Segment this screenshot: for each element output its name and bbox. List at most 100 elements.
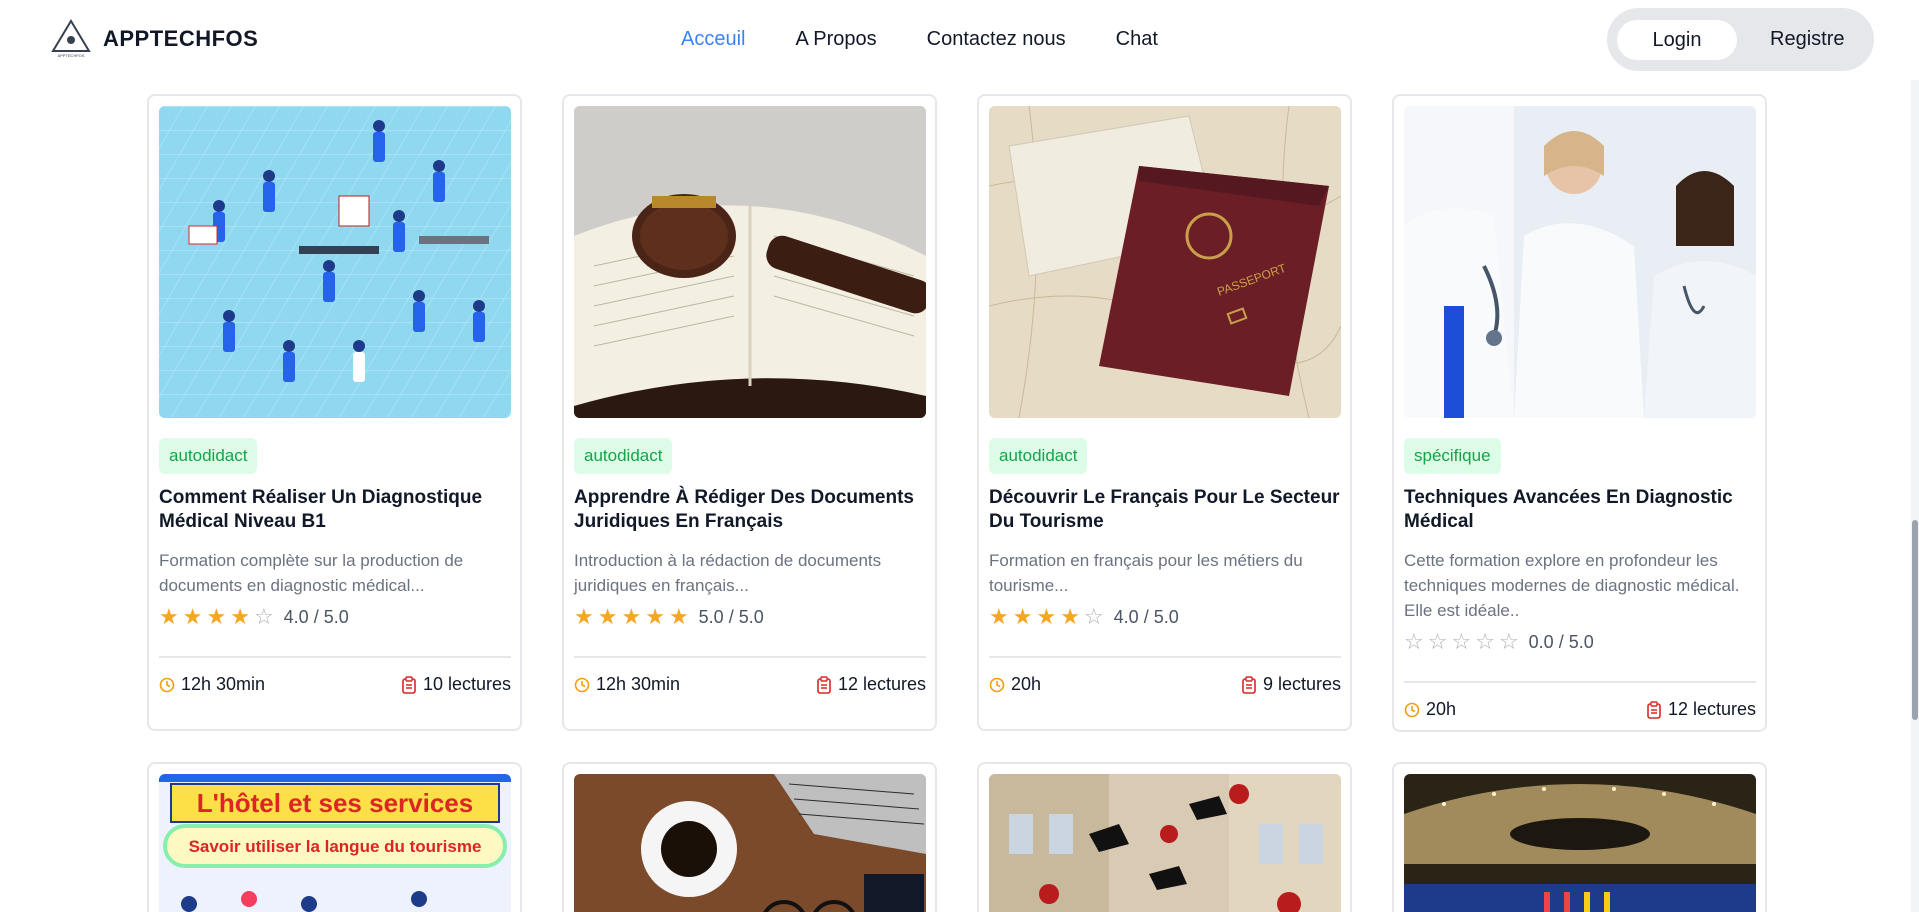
scrollbar-thumb[interactable] <box>1912 520 1918 720</box>
clipboard-icon <box>1242 675 1256 694</box>
scrollbar[interactable] <box>1911 0 1919 912</box>
lectures-text: 12 lectures <box>837 674 926 694</box>
duration-text: 20h <box>1426 699 1457 719</box>
clock-icon <box>159 677 175 692</box>
rating-value: 4.0 / 5.0 <box>1113 606 1179 627</box>
star-empty-icon: ☆ <box>1451 629 1472 654</box>
course-card[interactable]: spécifique Techniques Avancées En Diagno… <box>1392 94 1767 732</box>
clock-icon <box>574 677 590 692</box>
divider <box>989 656 1341 658</box>
top-navbar: APPTECHFOS APPTECHFOS Acceuil A Propos C… <box>0 0 1919 80</box>
nav-a-propos[interactable]: A Propos <box>795 28 876 51</box>
brand-name[interactable]: APPTECHFOS <box>103 26 258 52</box>
lectures-text: 10 lectures <box>422 674 511 694</box>
star-icon: ★ <box>621 604 642 629</box>
course-title[interactable]: Comment Réaliser Un Diagnostique Médical… <box>159 486 511 534</box>
course-lectures: 12 lectures <box>1646 699 1756 720</box>
course-lectures: 9 lectures <box>1241 674 1341 695</box>
course-lectures: 10 lectures <box>401 674 511 695</box>
course-title[interactable]: Techniques Avancées En Diagnostic Médica… <box>1404 486 1756 534</box>
course-card[interactable]: autodidact Comment Réaliser Un Diagnosti… <box>147 94 522 731</box>
star-icon: ★ <box>989 604 1009 629</box>
course-card[interactable] <box>562 762 937 912</box>
duration-text: 12h 30min <box>596 674 681 694</box>
banner-title: L'hôtel et ses services <box>197 788 473 818</box>
course-title[interactable]: Apprendre À Rédiger Des Documents Juridi… <box>574 486 926 534</box>
course-card[interactable]: PASSEPORT autodidact Découvrir Le França… <box>977 94 1352 731</box>
course-tag: autodidact <box>574 438 673 474</box>
banner-subtitle: Savoir utiliser la langue du tourisme <box>189 837 482 856</box>
duration-text: 12h 30min <box>181 674 266 694</box>
divider <box>574 656 926 658</box>
course-tag: spécifique <box>1404 438 1501 474</box>
course-meta: 12h 30min 12 lectures <box>574 674 926 695</box>
star-empty-icon: ☆ <box>1498 629 1519 654</box>
main-nav: Acceuil A Propos Contactez nous Chat <box>681 28 1158 51</box>
lectures-text: 12 lectures <box>1667 699 1756 719</box>
course-duration: 20h <box>989 674 1041 695</box>
divider <box>1404 681 1756 683</box>
clock-icon <box>989 677 1005 692</box>
star-empty-icon: ☆ <box>1083 604 1104 629</box>
login-button[interactable]: Login <box>1617 20 1737 60</box>
course-rating: ★ ★ ★ ★ ☆ 4.0 / 5.0 <box>159 606 349 628</box>
star-icon: ★ <box>1012 604 1033 629</box>
course-title[interactable]: Découvrir Le Français Pour Le Secteur Du… <box>989 486 1341 534</box>
nav-chat[interactable]: Chat <box>1116 28 1158 51</box>
course-description: Formation complète sur la production de … <box>159 551 464 595</box>
course-rating: ☆ ☆ ☆ ☆ ☆ 0.0 / 5.0 <box>1404 631 1594 653</box>
course-rating: ★ ★ ★ ★ ☆ 4.0 / 5.0 <box>989 606 1179 628</box>
course-image-passport[interactable]: PASSEPORT <box>989 106 1341 418</box>
star-empty-icon: ☆ <box>253 604 274 629</box>
course-card[interactable]: L'hôtel et ses services Savoir utiliser … <box>147 762 522 912</box>
clipboard-icon <box>817 675 831 694</box>
star-icon: ★ <box>182 604 203 629</box>
clipboard-icon <box>402 675 416 694</box>
star-icon: ★ <box>206 604 227 629</box>
course-duration: 12h 30min <box>574 674 680 695</box>
course-meta: 20h 9 lectures <box>989 674 1341 695</box>
rating-value: 4.0 / 5.0 <box>283 606 349 627</box>
brand-logo[interactable]: APPTECHFOS <box>49 18 93 58</box>
star-icon: ★ <box>597 604 618 629</box>
rating-value: 0.0 / 5.0 <box>1528 631 1594 652</box>
course-image-graduation[interactable] <box>989 774 1341 912</box>
course-tag: autodidact <box>989 438 1088 474</box>
clipboard-icon <box>1647 700 1661 719</box>
register-button[interactable]: Registre <box>1770 28 1844 51</box>
course-tag: autodidact <box>159 438 258 474</box>
star-icon: ★ <box>645 604 665 629</box>
star-icon: ★ <box>159 604 179 629</box>
course-image-gavel[interactable] <box>574 106 926 418</box>
course-description: Formation en français pour les métiers d… <box>989 551 1303 595</box>
course-meta: 20h 12 lectures <box>1404 699 1756 720</box>
auth-switch: Login Registre <box>1607 8 1874 71</box>
nav-acceuil[interactable]: Acceuil <box>681 28 745 51</box>
course-image-parliament[interactable] <box>1404 774 1756 912</box>
course-image-coffee-desk[interactable] <box>574 774 926 912</box>
course-image-hotel-banner[interactable]: L'hôtel et ses services Savoir utiliser … <box>159 774 511 912</box>
course-meta: 12h 30min 10 lectures <box>159 674 511 695</box>
star-icon: ★ <box>230 604 250 629</box>
logo-text: APPTECHFOS <box>57 53 84 58</box>
course-card[interactable]: autodidact Apprendre À Rédiger Des Docum… <box>562 94 937 731</box>
course-card[interactable] <box>977 762 1352 912</box>
star-icon: ★ <box>668 604 689 629</box>
course-description: Cette formation explore en profondeur le… <box>1404 551 1740 620</box>
star-icon: ★ <box>574 604 594 629</box>
course-image-healthcare[interactable] <box>159 106 511 418</box>
course-duration: 20h <box>1404 699 1456 720</box>
lectures-text: 9 lectures <box>1262 674 1341 694</box>
duration-text: 20h <box>1011 674 1042 694</box>
clock-icon <box>1404 702 1420 717</box>
rating-value: 5.0 / 5.0 <box>698 606 764 627</box>
nav-contactez-nous[interactable]: Contactez nous <box>927 28 1066 51</box>
star-empty-icon: ☆ <box>1404 629 1424 654</box>
course-card[interactable] <box>1392 762 1767 912</box>
star-empty-icon: ☆ <box>1475 629 1495 654</box>
star-empty-icon: ☆ <box>1427 629 1448 654</box>
course-duration: 12h 30min <box>159 674 265 695</box>
course-image-doctors[interactable] <box>1404 106 1756 418</box>
star-icon: ★ <box>1036 604 1057 629</box>
divider <box>159 656 511 658</box>
